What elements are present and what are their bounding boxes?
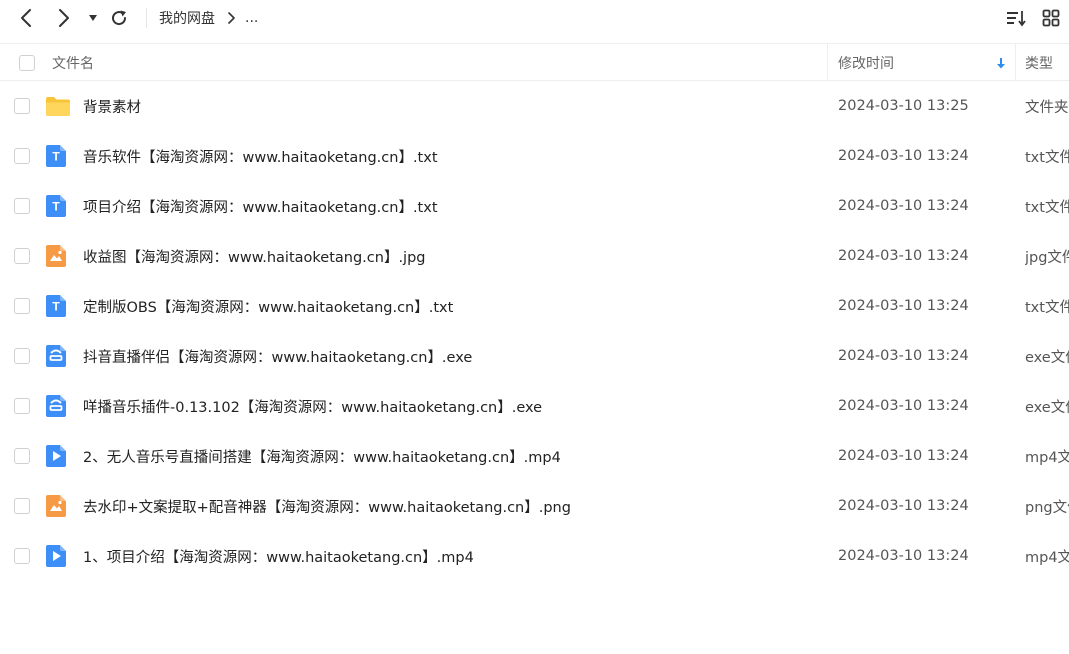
- file-type: txt文件: [1025, 149, 1069, 166]
- forward-button[interactable]: [52, 0, 76, 36]
- folder-icon: [45, 94, 70, 118]
- file-type: 文件夹: [1025, 99, 1069, 116]
- caret-down-icon: [89, 15, 97, 21]
- breadcrumb-more[interactable]: ...: [245, 10, 258, 26]
- exe-file-icon: [45, 394, 69, 418]
- file-row[interactable]: 1、项目介绍【海淘资源网：www.haitaoketang.cn】.mp4 202…: [0, 531, 1069, 581]
- file-name[interactable]: 2、无人音乐号直播间搭建【海淘资源网：www.haitaoketang.cn】.…: [83, 431, 561, 481]
- file-row[interactable]: T 音乐软件【海淘资源网：www.haitaoketang.cn】.txt 2024…: [0, 131, 1069, 181]
- file-list: 背景素材 2024-03-10 13:25 文件夹 T 音乐软件【海淘资源网：www.h…: [0, 81, 1069, 581]
- file-type: exe文件: [1025, 349, 1069, 366]
- video-file-icon: [45, 444, 69, 468]
- row-checkbox[interactable]: [14, 198, 30, 214]
- file-row[interactable]: 背景素材 2024-03-10 13:25 文件夹: [0, 81, 1069, 131]
- file-name[interactable]: 咩播音乐插件-0.13.102【海淘资源网：www.haitaoketang.c…: [83, 381, 542, 431]
- file-name[interactable]: 去水印+文案提取+配音神器【海淘资源网：www.haitaoketang.cn】…: [83, 481, 571, 531]
- file-modified-time: 2024-03-10 13:24: [838, 148, 969, 164]
- file-modified-time: 2024-03-10 13:25: [838, 98, 969, 114]
- file-modified-time: 2024-03-10 13:24: [838, 248, 969, 264]
- header-name[interactable]: 文件名: [52, 44, 94, 81]
- toolbar-divider: [146, 8, 147, 28]
- header-type[interactable]: 类型: [1025, 44, 1053, 81]
- row-checkbox[interactable]: [14, 448, 30, 464]
- file-modified-time: 2024-03-10 13:24: [838, 348, 969, 364]
- refresh-icon: [112, 10, 127, 26]
- svg-text:T: T: [52, 300, 60, 314]
- file-modified-time: 2024-03-10 13:24: [838, 498, 969, 514]
- file-type: txt文件: [1025, 199, 1069, 216]
- column-divider: [827, 44, 828, 81]
- file-type: jpg文件: [1025, 249, 1069, 266]
- file-modified-time: 2024-03-10 13:24: [838, 298, 969, 314]
- file-row[interactable]: 咩播音乐插件-0.13.102【海淘资源网：www.haitaoketang.c…: [0, 381, 1069, 431]
- chevron-left-icon: [21, 9, 31, 27]
- grid-view-button[interactable]: [1040, 0, 1062, 36]
- file-row[interactable]: T 定制版OBS【海淘资源网：www.haitaoketang.cn】.txt 20…: [0, 281, 1069, 331]
- column-header: 文件名 修改时间 类型: [0, 43, 1069, 81]
- toolbar: 我的网盘 ...: [0, 0, 1069, 36]
- file-modified-time: 2024-03-10 13:24: [838, 198, 969, 214]
- breadcrumb-root[interactable]: 我的网盘: [159, 8, 215, 28]
- chevron-right-icon: [227, 12, 235, 24]
- sort-desc-arrow-icon: [996, 44, 1006, 81]
- file-row[interactable]: 收益图【海淘资源网：www.haitaoketang.cn】.jpg 2024-0…: [0, 231, 1069, 281]
- file-browser: 我的网盘 ... 文件名 修改时间 类型 背景素材 2024-03-10 13:…: [0, 0, 1069, 654]
- back-button[interactable]: [14, 0, 38, 36]
- file-type: txt文件: [1025, 299, 1069, 316]
- sort-button[interactable]: [1004, 0, 1028, 36]
- row-checkbox[interactable]: [14, 298, 30, 314]
- select-all-checkbox[interactable]: [19, 54, 35, 71]
- file-type: png文件: [1025, 499, 1069, 516]
- file-name[interactable]: 背景素材: [83, 81, 141, 131]
- row-checkbox[interactable]: [14, 98, 30, 114]
- image-file-icon: [45, 494, 69, 518]
- file-name[interactable]: 项目介绍【海淘资源网：www.haitaoketang.cn】.txt: [83, 181, 438, 231]
- image-file-icon: [45, 244, 69, 268]
- select-all-cell: [19, 44, 35, 81]
- file-name[interactable]: 1、项目介绍【海淘资源网：www.haitaoketang.cn】.mp4: [83, 531, 474, 581]
- file-name[interactable]: 抖音直播伴侣【海淘资源网：www.haitaoketang.cn】.exe: [83, 331, 472, 381]
- file-name[interactable]: 定制版OBS【海淘资源网：www.haitaoketang.cn】.txt: [83, 281, 453, 331]
- file-modified-time: 2024-03-10 13:24: [838, 448, 969, 464]
- file-name[interactable]: 音乐软件【海淘资源网：www.haitaoketang.cn】.txt: [83, 131, 438, 181]
- exe-file-icon: [45, 344, 69, 368]
- svg-text:T: T: [52, 200, 60, 214]
- file-row[interactable]: 去水印+文案提取+配音神器【海淘资源网：www.haitaoketang.cn】…: [0, 481, 1069, 531]
- file-name[interactable]: 收益图【海淘资源网：www.haitaoketang.cn】.jpg: [83, 231, 425, 281]
- file-row[interactable]: 抖音直播伴侣【海淘资源网：www.haitaoketang.cn】.exe 202…: [0, 331, 1069, 381]
- header-modified[interactable]: 修改时间: [838, 44, 894, 81]
- grid-view-icon: [1042, 9, 1060, 27]
- row-checkbox[interactable]: [14, 148, 30, 164]
- column-divider: [1015, 44, 1016, 81]
- file-modified-time: 2024-03-10 13:24: [838, 548, 969, 564]
- breadcrumb: 我的网盘 ...: [159, 0, 258, 36]
- file-row[interactable]: T 项目介绍【海淘资源网：www.haitaoketang.cn】.txt 2024…: [0, 181, 1069, 231]
- file-modified-time: 2024-03-10 13:24: [838, 398, 969, 414]
- txt-file-icon: T: [45, 144, 69, 168]
- row-checkbox[interactable]: [14, 398, 30, 414]
- file-row[interactable]: 2、无人音乐号直播间搭建【海淘资源网：www.haitaoketang.cn】.…: [0, 431, 1069, 481]
- file-type: mp4文件: [1025, 449, 1069, 466]
- row-checkbox[interactable]: [14, 348, 30, 364]
- svg-text:T: T: [52, 150, 60, 164]
- sort-list-icon: [1007, 11, 1026, 27]
- history-dropdown-button[interactable]: [86, 0, 100, 36]
- file-type: exe文件: [1025, 399, 1069, 416]
- row-checkbox[interactable]: [14, 548, 30, 564]
- txt-file-icon: T: [45, 194, 69, 218]
- video-file-icon: [45, 544, 69, 568]
- refresh-button[interactable]: [108, 0, 130, 36]
- row-checkbox[interactable]: [14, 498, 30, 514]
- txt-file-icon: T: [45, 294, 69, 318]
- row-checkbox[interactable]: [14, 248, 30, 264]
- file-type: mp4文件: [1025, 549, 1069, 566]
- chevron-right-icon: [59, 9, 69, 27]
